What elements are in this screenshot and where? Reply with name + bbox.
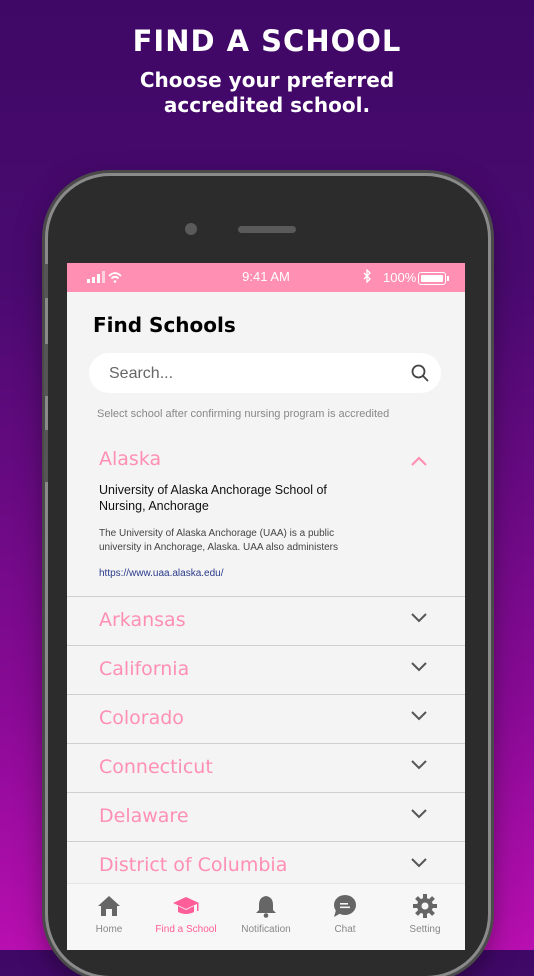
chevron-down-icon[interactable] [411, 858, 427, 868]
search-icon[interactable] [411, 364, 429, 382]
chevron-down-icon[interactable] [411, 662, 427, 672]
home-icon [98, 896, 120, 916]
chevron-down-icon[interactable] [411, 809, 427, 819]
school-name: University of Alaska Anchorage School of… [99, 483, 327, 513]
volume-down-button [44, 430, 48, 482]
chevron-up-icon[interactable] [411, 456, 427, 466]
state-item-colorado[interactable]: Colorado [67, 695, 465, 744]
earpiece-speaker [238, 226, 296, 233]
tab-label: Chat [334, 924, 356, 935]
hero-title: FIND A SCHOOL [132, 24, 402, 58]
search-input[interactable] [107, 353, 401, 395]
volume-up-button [44, 344, 48, 396]
chat-icon [334, 895, 356, 917]
state-name: Connecticut [99, 756, 213, 778]
tab-label: Find a School [155, 924, 217, 935]
state-name: District of Columbia [99, 854, 288, 876]
state-item-alaska[interactable]: Alaska University of Alaska Anchorage Sc… [67, 440, 465, 597]
tab-notification[interactable]: Notification [226, 884, 306, 944]
state-name: Colorado [99, 707, 184, 729]
state-item-delaware[interactable]: Delaware [67, 793, 465, 842]
state-item-california[interactable]: California [67, 646, 465, 695]
school-description: The University of Alaska Anchorage (UAA)… [99, 528, 339, 553]
state-item-arkansas[interactable]: Arkansas [67, 597, 465, 646]
tab-label: Notification [241, 924, 291, 935]
state-name: California [99, 658, 190, 680]
bell-icon [256, 896, 276, 918]
search-bar [89, 353, 441, 395]
accreditation-note: Select school after confirming nursing p… [97, 408, 390, 420]
tab-chat[interactable]: Chat [305, 884, 385, 944]
tab-label: Setting [409, 924, 441, 935]
bottom-tab-bar: Home Find a School Notification Chat Set… [67, 883, 465, 950]
mute-switch [44, 264, 48, 298]
hero-subtitle-line2: accredited school. [163, 93, 371, 117]
tab-find-a-school[interactable]: Find a School [146, 884, 226, 944]
hero-subtitle: Choose your preferred accredited school. [0, 68, 534, 118]
state-name: Delaware [99, 805, 189, 827]
chevron-down-icon[interactable] [411, 760, 427, 770]
tab-home[interactable]: Home [69, 884, 149, 944]
tab-label: Home [95, 924, 123, 935]
tab-setting[interactable]: Setting [385, 884, 465, 944]
status-bar: 9:41 AM 100% [67, 263, 465, 292]
page-title: Find Schools [93, 313, 236, 337]
chevron-down-icon[interactable] [411, 711, 427, 721]
front-camera [185, 223, 197, 235]
state-name: Arkansas [99, 609, 186, 631]
school-link[interactable]: https://www.uaa.alaska.edu/ [99, 568, 224, 579]
bluetooth-icon [363, 269, 371, 283]
app-screen: 9:41 AM 100% Find Schools Select school … [67, 263, 465, 950]
battery-percent: 100% [383, 270, 417, 285]
gear-icon [413, 894, 437, 918]
graduation-cap-icon [173, 897, 199, 914]
chevron-down-icon[interactable] [411, 613, 427, 623]
battery-icon [418, 272, 449, 285]
hero-subtitle-line1: Choose your preferred [139, 68, 395, 92]
state-name: Alaska [99, 448, 162, 470]
state-item-connecticut[interactable]: Connecticut [67, 744, 465, 793]
